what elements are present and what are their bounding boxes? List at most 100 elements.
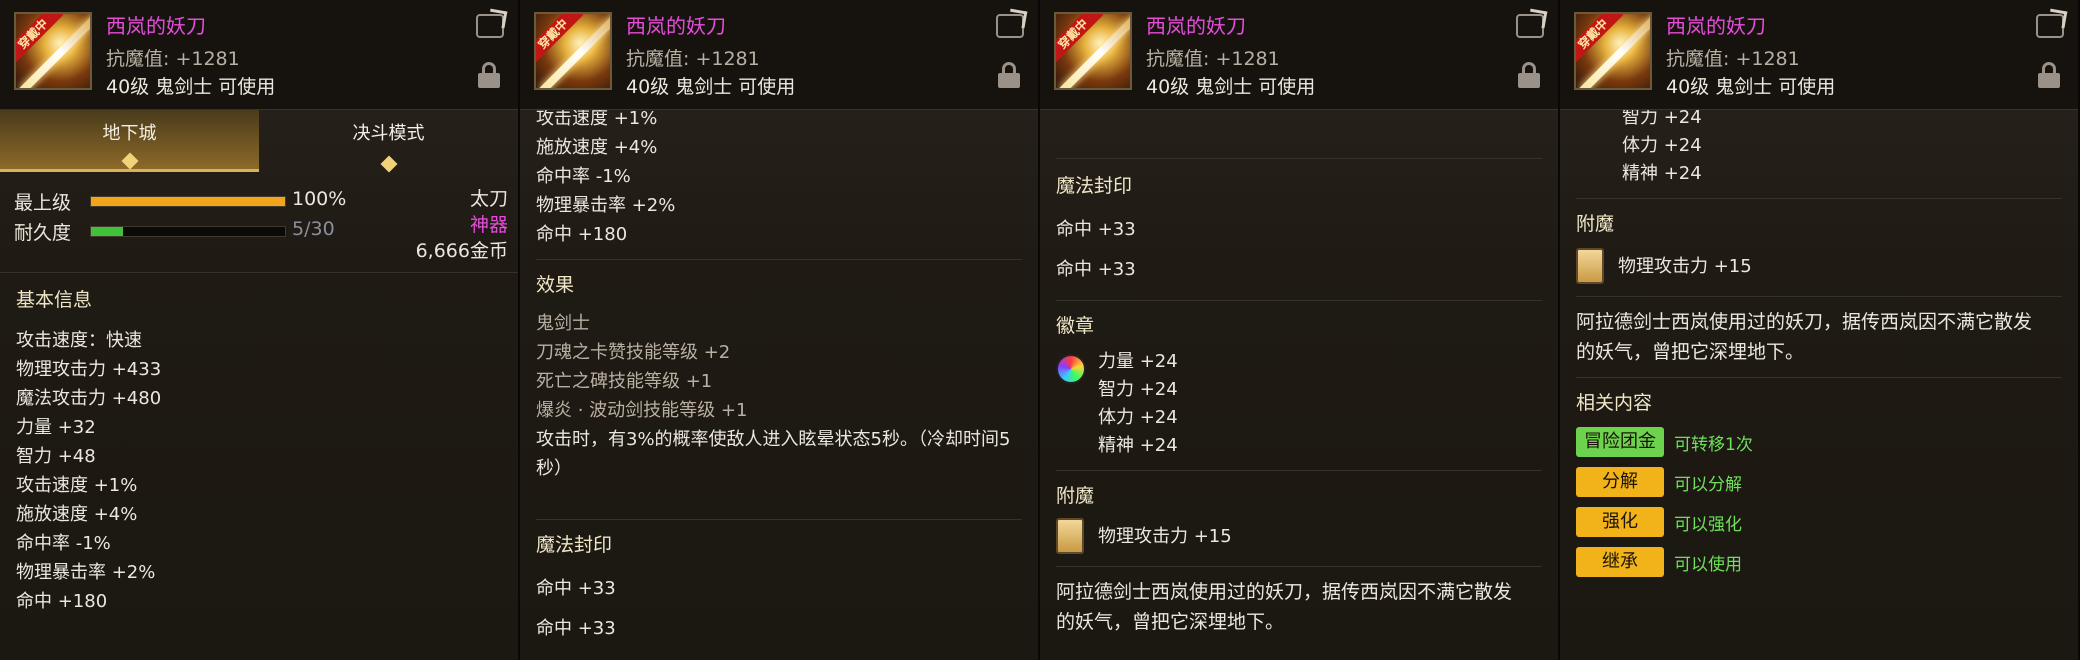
effect-list: 鬼剑士 刀魂之卡赞技能等级 +2 死亡之碑技能等级 +1 爆炎 · 波动剑技能等级 +… [536,309,1022,425]
emblem-line: 体力 +24 [1622,135,1702,156]
lock-icon[interactable] [2038,62,2060,88]
lore-text: 阿拉德剑士西岚使用过的妖刀，据传西岚因不满它散发 [1056,581,1513,603]
tab-pvp[interactable]: 决斗模式 [259,110,518,173]
emblem-line: 精神 +24 [1622,163,1702,184]
stat-line: 攻击速度 +1% [16,475,138,496]
tooltip-panel-1: 穿戴中 西岚的妖刀 抗魔值: +1281 40级 鬼剑士 可使用 地下城 决斗模… [0,0,520,660]
seal-line: 命中 +33 [536,578,616,599]
diamond-icon [121,152,138,170]
stat-line: 命中率 -1% [16,533,111,554]
tooltip-panel-2: 穿戴中 西岚的妖刀 抗魔值: +1281 40级 鬼剑士 可使用 攻击速度 +1… [520,0,1040,660]
related-text: 可转移1次 [1674,434,1753,455]
item-header: 穿戴中 西岚的妖刀 抗魔值: +1281 40级 鬼剑士 可使用 [0,0,518,110]
enchant-value: 物理攻击力 +15 [1098,525,1232,547]
section-title: 魔法封印 [1056,175,1133,197]
durability-label: 耐久度 [14,222,72,244]
related-row: 冒险团金库可转移1次 [1576,427,2062,482]
section-title: 基本信息 [16,289,93,311]
emblem-line: 力量 +24 [1098,351,1178,372]
stat-line: 力量 +32 [16,417,96,438]
tab-label: 决斗模式 [352,123,425,144]
stat-line: 物理暴击率 +2% [16,562,156,583]
requirement: 40级 鬼剑士 可使用 [626,76,796,98]
stat-line: 命中 +180 [16,591,108,612]
emblem-line: 体力 +24 [1098,407,1178,428]
section-title: 徽章 [1056,315,1095,337]
effect-desc: 攻击时，有3%的概率使敌人进入眩晕状态5秒。（冷却时间5 [536,429,1011,450]
durability-value: 5/30 [292,218,335,240]
stat-list: 攻击速度：快速 物理攻击力 +433 魔法攻击力 +480 力量 +32 智力 +48 攻… [16,326,502,616]
stat-line: 攻击速度：快速 [16,330,142,351]
stat-line: 物理攻击力 +433 [16,359,162,380]
related-button[interactable]: 冒险团金库 [1576,427,1664,482]
card-icon [1576,248,1604,284]
card-icon [1056,518,1084,554]
lore-text: 阿拉德剑士西岚使用过的妖刀，据传西岚因不满它散发 [1576,311,2033,333]
stat-line: 魔法攻击力 +480 [16,388,162,409]
related-button[interactable]: 继承 [1576,547,1664,577]
magic-resist: 抗魔值: +1281 [106,48,240,70]
related-button[interactable]: 分解 [1576,467,1664,497]
tab-label: 地下城 [102,123,157,144]
section-title: 附魔 [1576,213,1615,235]
lore-text: 的妖气，曾把它深埋地下。 [1576,341,1805,363]
item-icon: 穿戴中 [1054,12,1132,90]
seal-line: 命中 +33 [536,618,616,639]
level-value: 100% [292,188,347,210]
stat-line: 物理暴击率 +2% [536,195,676,216]
level-label: 最上级 [14,192,72,214]
mode-tabs: 地下城 决斗模式 [0,110,518,173]
related-list: 冒险团金库可转移1次分解可以分解强化可以强化继承可以使用 [1576,427,2062,577]
diamond-icon [380,155,397,173]
item-header: 穿戴中 西岚的妖刀 抗魔值: +1281 40级 鬼剑士 可使用 [1560,0,2078,110]
requirement: 40级 鬼剑士 可使用 [1666,76,1836,98]
section-title: 相关内容 [1576,392,1653,414]
lock-icon[interactable] [1518,62,1540,88]
item-header: 穿戴中 西岚的妖刀 抗魔值: +1281 40级 鬼剑士 可使用 [1040,0,1558,110]
lock-icon[interactable] [478,62,500,88]
section-title: 魔法封印 [536,534,613,556]
effect-line: 鬼剑士 [536,313,590,334]
stat-line: 智力 +48 [16,446,96,467]
share-icon[interactable] [1516,14,1544,38]
seal-line: 命中 +33 [1056,219,1136,240]
share-icon[interactable] [996,14,1024,38]
requirement: 40级 鬼剑士 可使用 [106,76,276,98]
lore-text: 的妖气，曾把它深埋地下。 [1056,611,1285,633]
emblem-list: 力量 +24 智力 +24 体力 +24 精神 +24 [1098,348,1178,460]
item-icon: 穿戴中 [534,12,612,90]
item-icon: 穿戴中 [14,12,92,90]
magic-resist: 抗魔值: +1281 [1146,48,1280,70]
related-row: 分解 可以分解 [1576,467,2062,497]
lock-icon[interactable] [998,62,1020,88]
emblem-line: 精神 +24 [1098,435,1178,456]
emblem-icon [1056,354,1086,384]
basic-info: 基本信息 攻击速度：快速 物理攻击力 +433 魔法攻击力 +480 力量 +32 智力… [0,273,518,628]
related-button[interactable]: 强化 [1576,507,1664,537]
item-name: 西岚的妖刀 [1146,14,1246,38]
rarity: 神器 [469,214,508,236]
item-header: 穿戴中 西岚的妖刀 抗魔值: +1281 40级 鬼剑士 可使用 [520,0,1038,110]
item-name: 西岚的妖刀 [626,14,726,38]
related-row: 强化 可以强化 [1576,507,2062,537]
requirement: 40级 鬼剑士 可使用 [1146,76,1316,98]
related-text: 可以强化 [1674,514,1742,535]
related-text: 可以分解 [1674,474,1742,495]
share-icon[interactable] [2036,14,2064,38]
tooltip-panel-3: 穿戴中 西岚的妖刀 抗魔值: +1281 40级 鬼剑士 可使用 魔法封印 命中… [1040,0,1560,660]
enchant-value: 物理攻击力 +15 [1618,255,1752,277]
stat-line: 命中 +180 [536,224,628,245]
effect-line: 爆炎 · 波动剑技能等级 +1 [536,400,748,421]
related-text: 可以使用 [1674,554,1742,575]
tab-dungeon[interactable]: 地下城 [0,110,259,172]
stat-list: 攻击速度 +1% 施放速度 +4% 命中率 -1% 物理暴击率 +2% 命中 +180 [536,104,1022,249]
item-name: 西岚的妖刀 [1666,14,1766,38]
stat-line: 命中率 -1% [536,166,631,187]
share-icon[interactable] [476,14,504,38]
emblem-line: 智力 +24 [1098,379,1178,400]
effect-line: 死亡之碑技能等级 +1 [536,371,713,392]
magic-resist: 抗魔值: +1281 [1666,48,1800,70]
level-bar [90,196,286,207]
durability-bar [90,226,286,237]
section-title: 效果 [536,274,575,296]
